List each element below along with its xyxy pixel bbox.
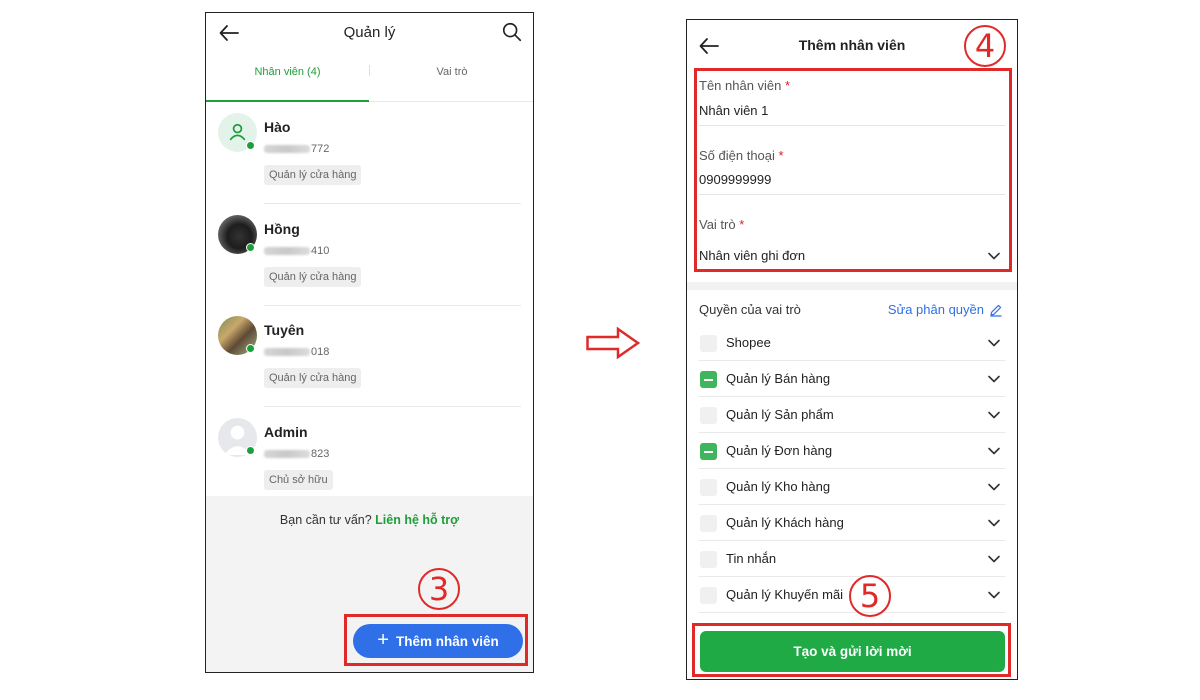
permission-checkbox[interactable] xyxy=(700,587,717,604)
permission-checkbox[interactable] xyxy=(700,479,717,496)
permission-label: Quản lý Đơn hàng xyxy=(726,443,833,458)
permission-checkbox[interactable] xyxy=(700,515,717,532)
tab-bar: Nhân viên (4) Vai trò xyxy=(206,61,533,102)
support-link[interactable]: Liên hệ hỗ trợ xyxy=(375,513,459,527)
top-bar: Quản lý xyxy=(206,13,533,53)
search-icon[interactable] xyxy=(501,21,523,43)
permission-checkbox[interactable] xyxy=(700,371,717,388)
step-3-marker: 3 xyxy=(418,568,460,610)
right-arrow-icon xyxy=(586,327,640,359)
online-status-dot xyxy=(246,141,255,150)
chevron-down-icon[interactable] xyxy=(987,444,1001,458)
permission-label: Shopee xyxy=(726,335,771,350)
permission-row-sales[interactable]: Quản lý Bán hàng xyxy=(699,361,1005,397)
chevron-down-icon[interactable] xyxy=(987,372,1001,386)
permission-checkbox[interactable] xyxy=(700,551,717,568)
staff-phone: 772 xyxy=(264,143,329,155)
permission-label: Quản lý Sản phẩm xyxy=(726,407,834,422)
permission-row-shopee[interactable]: Shopee xyxy=(699,325,1005,361)
divider xyxy=(264,203,521,204)
permission-row-orders[interactable]: Quản lý Đơn hàng xyxy=(699,433,1005,469)
permission-label: Quản lý Khách hàng xyxy=(726,515,844,530)
staff-management-screen: Quản lý Nhân viên (4) Vai trò Hào 772 Qu… xyxy=(205,12,534,673)
divider xyxy=(264,406,521,407)
role-badge: Chủ sở hữu xyxy=(264,470,333,490)
staff-row[interactable]: Admin 823 Chủ sở hữu xyxy=(206,408,533,509)
permission-label: Quản lý Bán hàng xyxy=(726,371,831,386)
pencil-icon xyxy=(990,304,1002,317)
staff-row[interactable]: Hồng 410 Quản lý cửa hàng xyxy=(206,205,533,306)
edit-permissions-link[interactable]: Sửa phân quyền xyxy=(888,302,1003,317)
staff-phone: 018 xyxy=(264,346,329,358)
page-title: Quản lý xyxy=(343,24,396,41)
permission-checkbox[interactable] xyxy=(700,407,717,424)
online-status-dot xyxy=(246,243,255,252)
highlight-box-form-fields xyxy=(694,68,1012,272)
help-prefix: Bạn cần tư vấn? xyxy=(279,513,372,527)
permission-row-customers[interactable]: Quản lý Khách hàng xyxy=(699,505,1005,541)
help-text: Bạn cần tư vấn? Liên hệ hỗ trợ xyxy=(206,513,533,527)
role-badge: Quản lý cửa hàng xyxy=(264,368,362,388)
permission-row-inventory[interactable]: Quản lý Kho hàng xyxy=(699,469,1005,505)
step-5-marker: 5 xyxy=(849,575,891,617)
section-separator xyxy=(687,282,1017,290)
permission-label: Quản lý Kho hàng xyxy=(726,479,831,494)
permission-row-products[interactable]: Quản lý Sản phẩm xyxy=(699,397,1005,433)
permission-label: Quản lý Khuyến mãi xyxy=(726,587,844,602)
highlight-box-submit-button xyxy=(692,623,1011,677)
staff-row[interactable]: Tuyên 018 Quản lý cửa hàng xyxy=(206,306,533,407)
role-badge: Quản lý cửa hàng xyxy=(264,267,362,287)
role-permissions-heading: Quyền của vai trò xyxy=(699,302,801,317)
permission-row-messages[interactable]: Tin nhắn xyxy=(699,541,1005,577)
staff-name: Hào xyxy=(264,119,291,135)
step-4-marker: 4 xyxy=(964,25,1006,67)
permission-label: Tin nhắn xyxy=(726,551,777,566)
online-status-dot xyxy=(246,446,255,455)
staff-phone: 410 xyxy=(264,245,329,257)
chevron-down-icon[interactable] xyxy=(987,408,1001,422)
staff-phone: 823 xyxy=(264,448,329,460)
permission-checkbox[interactable] xyxy=(700,335,717,352)
role-badge: Quản lý cửa hàng xyxy=(264,165,362,185)
staff-row[interactable]: Hào 772 Quản lý cửa hàng xyxy=(206,103,533,204)
staff-name: Tuyên xyxy=(264,322,305,338)
tab-staff[interactable]: Nhân viên (4) xyxy=(206,61,369,102)
chevron-down-icon[interactable] xyxy=(987,480,1001,494)
chevron-down-icon[interactable] xyxy=(987,516,1001,530)
chevron-down-icon[interactable] xyxy=(987,336,1001,350)
tab-roles[interactable]: Vai trò xyxy=(370,61,533,101)
chevron-down-icon[interactable] xyxy=(987,552,1001,566)
permission-checkbox[interactable] xyxy=(700,443,717,460)
staff-name: Admin xyxy=(264,424,308,440)
staff-name: Hồng xyxy=(264,221,300,237)
online-status-dot xyxy=(246,344,255,353)
chevron-down-icon[interactable] xyxy=(987,588,1001,602)
highlight-box-add-button xyxy=(344,614,528,666)
